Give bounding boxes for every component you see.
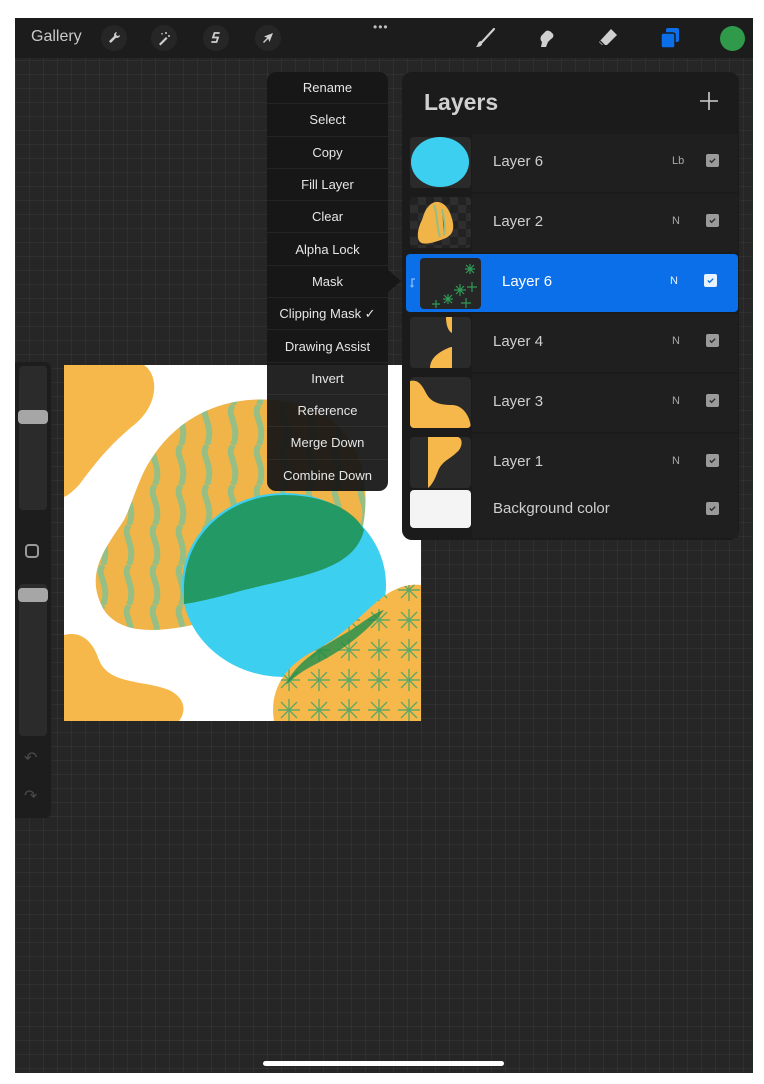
blend-mode-button[interactable]: N [670, 275, 678, 287]
layer-name[interactable]: Background color [493, 500, 610, 517]
layer-name[interactable]: Layer 6 [502, 273, 552, 290]
layer-name[interactable]: Layer 2 [493, 213, 543, 230]
layer-name[interactable]: Layer 3 [493, 393, 543, 410]
layer-name[interactable]: Layer 4 [493, 333, 543, 350]
paint-button[interactable] [471, 24, 499, 52]
magic-wand-icon [159, 32, 170, 46]
blend-mode-button[interactable]: N [672, 455, 680, 467]
brush-size-slider[interactable] [18, 366, 48, 510]
left-sidebar: ↶ ↷ [15, 362, 51, 818]
menu-item-reference[interactable]: Reference [267, 395, 388, 428]
layer-options-menu: Rename Select Copy Fill Layer Clear Alph… [267, 72, 388, 491]
menu-item-invert[interactable]: Invert [267, 363, 388, 395]
checkmark-icon [709, 158, 716, 164]
color-picker-button[interactable] [720, 26, 745, 51]
layer-thumbnail[interactable] [410, 137, 471, 188]
orange-blob-top-left [64, 365, 155, 497]
checkmark-icon [709, 458, 716, 464]
selection-button[interactable] [203, 25, 229, 51]
layer-name[interactable]: Layer 6 [493, 153, 543, 170]
layers-panel: Layers Layer 6 Lb Layer 2 N Layer 6 N La… [402, 72, 739, 540]
redo-button[interactable]: ↷ [24, 786, 37, 806]
procreate-screen: Gallery ••• ↶ ↷ Rename Select Copy Fill … [15, 18, 753, 1073]
layer-row-background[interactable]: Background color [408, 488, 738, 538]
layer-thumbnail[interactable] [410, 317, 471, 368]
menu-item-rename[interactable]: Rename [267, 72, 388, 105]
eraser-icon [599, 29, 617, 47]
menu-item-merge-down[interactable]: Merge Down [267, 427, 388, 460]
selection-s-icon [211, 32, 220, 43]
checkmark-icon [707, 278, 714, 284]
opacity-slider[interactable] [18, 584, 48, 736]
gallery-button[interactable]: Gallery [31, 28, 82, 46]
menu-pointer-arrow [387, 269, 401, 293]
opacity-thumb[interactable] [18, 588, 48, 602]
layer-row[interactable]: Layer 6 Lb [408, 134, 738, 192]
arrow-cursor-icon [263, 33, 273, 43]
clipping-mask-icon [410, 278, 415, 288]
brush-icon [476, 27, 496, 47]
visibility-checkbox[interactable] [704, 274, 717, 287]
menu-item-fill-layer[interactable]: Fill Layer [267, 169, 388, 202]
smudge-finger-icon [540, 30, 554, 47]
menu-item-clipping-mask[interactable]: Clipping Mask ✓ [267, 298, 388, 331]
menu-item-select[interactable]: Select [267, 104, 388, 137]
menu-item-clear[interactable]: Clear [267, 201, 388, 234]
checkmark-icon [709, 218, 716, 224]
menu-item-alpha-lock[interactable]: Alpha Lock [267, 233, 388, 266]
layer-row[interactable]: Layer 4 N [408, 314, 738, 372]
layer-thumbnail[interactable] [410, 437, 471, 488]
blend-mode-button[interactable]: N [672, 335, 680, 347]
orange-blob-bottom-left [64, 634, 184, 721]
layers-icon [660, 28, 679, 49]
visibility-checkbox[interactable] [706, 154, 719, 167]
brush-size-thumb[interactable] [18, 410, 48, 424]
layer-row-selected[interactable]: Layer 6 N [406, 254, 738, 312]
visibility-checkbox[interactable] [706, 454, 719, 467]
visibility-checkbox[interactable] [706, 334, 719, 347]
visibility-checkbox[interactable] [706, 214, 719, 227]
transform-button[interactable] [255, 25, 281, 51]
visibility-checkbox[interactable] [706, 394, 719, 407]
checkmark-icon [709, 506, 716, 512]
background-color-swatch[interactable] [410, 490, 471, 528]
undo-button[interactable]: ↶ [24, 748, 37, 768]
checkmark-icon [709, 338, 716, 344]
layer-row[interactable]: Layer 3 N [408, 374, 738, 432]
add-layer-button[interactable] [698, 90, 720, 112]
layer-name[interactable]: Layer 1 [493, 453, 543, 470]
menu-item-copy[interactable]: Copy [267, 137, 388, 169]
menu-item-combine-down[interactable]: Combine Down [267, 460, 388, 491]
blend-mode-button[interactable]: N [672, 215, 680, 227]
wrench-icon [109, 32, 120, 43]
adjustments-button[interactable] [151, 25, 177, 51]
blend-mode-button[interactable]: Lb [672, 155, 684, 167]
layers-title: Layers [424, 89, 499, 115]
modify-button[interactable] [25, 544, 39, 558]
layer-thumbnail[interactable] [410, 197, 471, 248]
top-toolbar: Gallery ••• [15, 18, 753, 58]
layer-thumbnail[interactable] [410, 377, 471, 428]
layer-row[interactable]: Layer 2 N [408, 194, 738, 252]
visibility-checkbox[interactable] [706, 502, 719, 515]
blend-mode-button[interactable]: N [672, 395, 680, 407]
layers-button[interactable] [656, 24, 684, 52]
checkmark-icon [709, 398, 716, 404]
actions-button[interactable] [101, 25, 127, 51]
layer-thumbnail[interactable] [420, 258, 481, 309]
smudge-button[interactable] [532, 24, 560, 52]
more-options-button[interactable]: ••• [373, 20, 389, 34]
menu-item-drawing-assist[interactable]: Drawing Assist [267, 330, 388, 363]
eraser-button[interactable] [594, 24, 622, 52]
layer-row[interactable]: Layer 1 N [408, 434, 738, 492]
home-indicator[interactable] [263, 1061, 504, 1066]
menu-item-mask[interactable]: Mask [267, 266, 388, 299]
